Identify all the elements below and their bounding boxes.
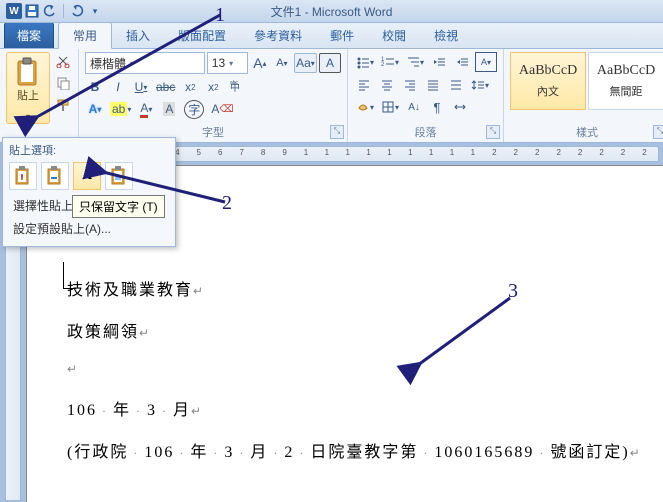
paste-button[interactable]: 貼上 ▾ xyxy=(6,52,50,124)
style-normal[interactable]: AaBbCcD 內文 xyxy=(510,52,586,110)
qat-customize-icon[interactable]: ▾ xyxy=(87,3,103,19)
paragraph-dialog-launcher[interactable]: ⤡ xyxy=(486,125,500,139)
tab-review[interactable]: 校閱 xyxy=(368,23,420,48)
group-clipboard: 貼上 ▾ xyxy=(0,49,79,142)
chevron-down-icon: ▾ xyxy=(229,59,233,68)
change-case-button[interactable]: Aa▾ xyxy=(294,53,317,73)
styles-dialog-launcher[interactable]: ⤡ xyxy=(653,125,663,139)
justify-button[interactable] xyxy=(423,76,443,94)
paste-merge-formatting-button[interactable] xyxy=(41,162,69,190)
underline-button[interactable]: U▾ xyxy=(131,78,151,96)
cursor-indicator xyxy=(63,262,76,289)
svg-text:2: 2 xyxy=(381,62,385,68)
snap-to-grid-button[interactable] xyxy=(450,98,470,116)
svg-text:abc: abc xyxy=(230,80,239,86)
clear-formatting-button[interactable]: A⌫ xyxy=(209,100,235,118)
style-name: 內文 xyxy=(537,83,559,99)
cut-icon[interactable] xyxy=(54,52,72,70)
save-icon[interactable] xyxy=(24,3,40,19)
paste-keep-text-only-button[interactable]: A xyxy=(73,162,101,190)
multilevel-list-button[interactable]: ▾ xyxy=(404,53,426,71)
bullets-button[interactable]: ▾ xyxy=(354,53,376,71)
asian-layout-button[interactable]: A▾ xyxy=(475,52,497,72)
tab-file[interactable]: 檔案 xyxy=(4,22,54,48)
ribbon-tabs: 檔案 常用 插入 版面配置 參考資料 郵件 校閱 檢視 xyxy=(0,23,663,49)
numbering-button[interactable]: 12▾ xyxy=(379,53,401,71)
align-center-button[interactable] xyxy=(377,76,397,94)
font-color-button[interactable]: A▾ xyxy=(136,100,156,118)
style-preview: AaBbCcD xyxy=(597,63,655,79)
tab-references[interactable]: 參考資料 xyxy=(240,23,316,48)
doc-line[interactable]: ↵ xyxy=(67,360,663,378)
paste-label: 貼上 xyxy=(17,87,39,103)
font-name-value: 標楷體 xyxy=(90,55,126,72)
chevron-down-icon: ▾ xyxy=(130,59,134,68)
borders-button[interactable]: ▾ xyxy=(379,98,401,116)
font-size-value: 13 xyxy=(212,56,225,70)
align-right-button[interactable] xyxy=(400,76,420,94)
word-icon[interactable]: W xyxy=(6,3,22,19)
grow-font-button[interactable]: A▴ xyxy=(250,54,270,72)
bold-button[interactable]: B xyxy=(85,78,105,96)
doc-line[interactable]: 技術及職業教育↵ xyxy=(67,276,663,300)
font-name-dropdown[interactable]: 標楷體 ▾ xyxy=(85,52,205,74)
decrease-indent-button[interactable] xyxy=(429,53,449,71)
phonetic-guide-button[interactable]: 中abc xyxy=(226,78,246,96)
show-marks-button[interactable]: ¶ xyxy=(427,98,447,116)
clipboard-icon xyxy=(15,57,41,87)
group-paragraph: ▾ 12▾ ▾ A▾ ▾ ▾ ▾ A↓ ¶ 段落 ⤡ xyxy=(348,49,504,142)
group-label-styles: 樣式 xyxy=(510,122,663,140)
chevron-down-icon: ▾ xyxy=(26,112,30,121)
group-styles: AaBbCcD 內文 AaBbCcD 無間距 樣式 ⤡ xyxy=(504,49,663,142)
char-border-button[interactable]: A xyxy=(319,53,341,73)
enclose-char-button[interactable]: 字 xyxy=(182,100,206,118)
copy-icon[interactable] xyxy=(54,74,72,92)
increase-indent-button[interactable] xyxy=(452,53,472,71)
annotation-3: 3 xyxy=(508,280,518,303)
tab-layout[interactable]: 版面配置 xyxy=(164,23,240,48)
title-bar: W ▾ 文件1 - Microsoft Word xyxy=(0,0,663,23)
tab-view[interactable]: 檢視 xyxy=(420,23,472,48)
char-shading-button[interactable]: A xyxy=(159,100,179,118)
font-dialog-launcher[interactable]: ⤡ xyxy=(330,125,344,139)
ribbon: 貼上 ▾ 標楷體 ▾ 13 xyxy=(0,49,663,143)
paste-keep-source-button[interactable] xyxy=(9,162,37,190)
text-effects-button[interactable]: A▾ xyxy=(85,100,105,118)
subscript-button[interactable]: x2 xyxy=(180,78,200,96)
style-preview: AaBbCcD xyxy=(519,63,577,79)
superscript-button[interactable]: x2 xyxy=(203,78,223,96)
annotation-2: 2 xyxy=(222,192,232,215)
tab-home[interactable]: 常用 xyxy=(58,22,112,49)
paste-options-menu: 貼上選項: A 選擇性貼上(S)... 設定預設貼上(A)... xyxy=(2,137,176,247)
quick-access-toolbar: W ▾ xyxy=(0,3,103,19)
italic-button[interactable]: I xyxy=(108,78,128,96)
strike-button[interactable]: abc xyxy=(154,78,177,96)
highlight-button[interactable]: ab▾ xyxy=(108,100,133,118)
undo-icon[interactable] xyxy=(42,3,58,19)
set-default-paste-menuitem[interactable]: 設定預設貼上(A)... xyxy=(9,217,169,240)
align-left-button[interactable] xyxy=(354,76,374,94)
font-size-dropdown[interactable]: 13 ▾ xyxy=(207,52,248,74)
annotation-1: 1 xyxy=(215,4,225,27)
doc-line[interactable]: (行政院 · 106 · 年 · 3 · 月 · 2 · 日院臺教字第 · 10… xyxy=(67,438,663,462)
format-painter-icon[interactable] xyxy=(54,96,72,114)
shading-button[interactable]: ▾ xyxy=(354,98,376,116)
tooltip-keep-text-only: 只保留文字 (T) xyxy=(72,195,165,218)
style-name: 無間距 xyxy=(610,83,643,99)
paste-options-header: 貼上選項: xyxy=(9,142,169,158)
group-label-paragraph: 段落 xyxy=(354,122,497,140)
tab-mailings[interactable]: 郵件 xyxy=(316,23,368,48)
redo-icon[interactable] xyxy=(69,3,85,19)
separator xyxy=(63,4,64,18)
distributed-button[interactable] xyxy=(446,76,466,94)
sort-button[interactable]: A↓ xyxy=(404,98,424,116)
line-spacing-button[interactable]: ▾ xyxy=(469,76,491,94)
doc-line[interactable]: 政策綱領↵ xyxy=(67,318,663,342)
doc-line[interactable]: 106 · 年 · 3 · 月↵ xyxy=(67,396,663,420)
shrink-font-button[interactable]: A▾ xyxy=(272,54,292,72)
style-no-spacing[interactable]: AaBbCcD 無間距 xyxy=(588,52,663,110)
paste-picture-button[interactable] xyxy=(105,162,133,190)
group-font: 標楷體 ▾ 13 ▾ A▴ A▾ Aa▾ A B I U▾ abc x2 x2 … xyxy=(79,49,348,142)
tab-insert[interactable]: 插入 xyxy=(112,23,164,48)
